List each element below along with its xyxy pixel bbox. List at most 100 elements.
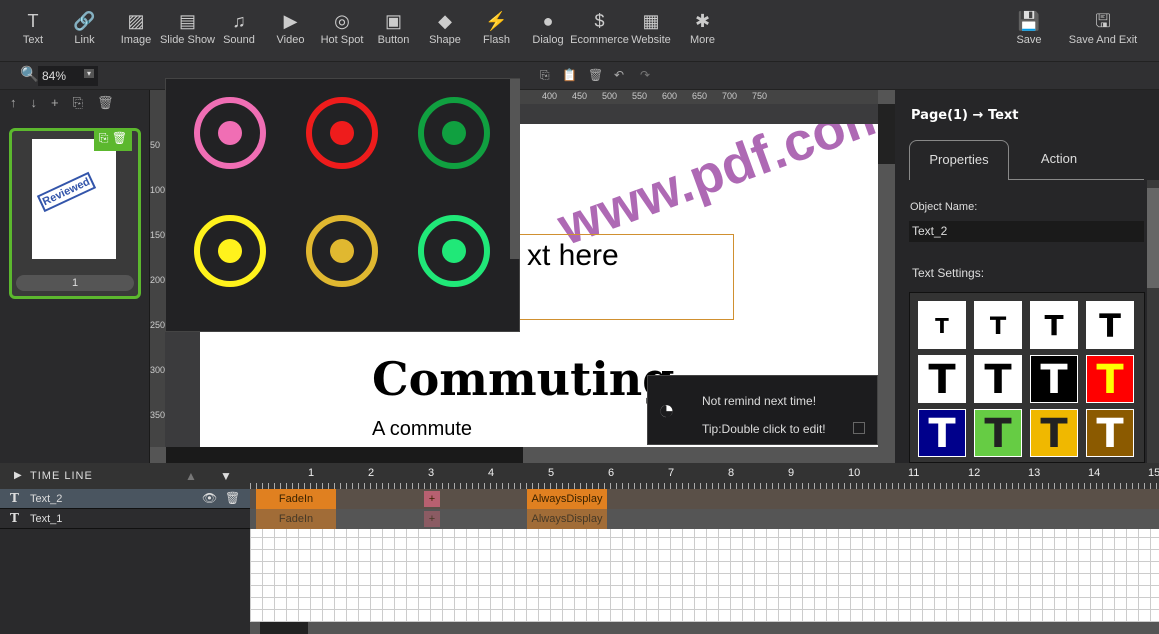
hotspot-style-option[interactable]: [306, 215, 378, 287]
text-layer-icon: T: [10, 511, 19, 525]
tip-line1: Not remind next time!: [702, 394, 817, 408]
tab-properties[interactable]: Properties: [909, 140, 1009, 180]
thumb-copy-delete[interactable]: ⎘ 🗑: [94, 131, 132, 151]
save-exit-icon: 🖫: [1095, 11, 1111, 31]
hotspot-style-option[interactable]: [194, 97, 266, 169]
text-style-option[interactable]: T: [974, 409, 1022, 457]
collapse-icon[interactable]: ▶: [14, 470, 22, 481]
tool-label: Slide Show: [159, 34, 216, 46]
move-up-icon[interactable]: ▲: [185, 469, 197, 483]
ruler-tick: 500: [602, 91, 618, 101]
ruler-tick: 550: [632, 91, 648, 101]
text-style-option[interactable]: T: [918, 355, 966, 403]
picker-scrollbar[interactable]: [510, 79, 520, 259]
layer-track[interactable]: [250, 509, 1159, 529]
object-name-input[interactable]: Text_2: [909, 221, 1144, 242]
text-style-option[interactable]: T: [918, 301, 966, 349]
ruler-tick: 450: [572, 91, 588, 101]
timeline-layer[interactable]: T Text_2 👁 🗑: [0, 489, 250, 509]
ruler-tick: 50: [150, 140, 161, 150]
text-layer-icon: T: [10, 491, 19, 505]
text-style-option[interactable]: T: [974, 355, 1022, 403]
stamp: Reviewed: [36, 171, 96, 213]
tool-more[interactable]: ✱ More: [673, 8, 733, 46]
text-style-grid: TTTTTTTTTTTT: [909, 292, 1145, 463]
tool-label: Shape: [429, 34, 461, 46]
timeline-header: ▶ TIME LINE ▲ ▼: [0, 463, 250, 489]
effect-bar[interactable]: FadeIn: [256, 509, 336, 529]
tab-divider: [1009, 179, 1144, 180]
delete-layer-icon[interactable]: 🗑: [225, 491, 240, 505]
main-toolbar: T Text 🔗 Link ▨ Image ▤ Slide Show ♫ Sound ▶ Video ◎…: [0, 0, 1159, 62]
second-label: 14: [1088, 467, 1101, 479]
properties-panel: Page(1) → Text Properties Action Object …: [895, 90, 1159, 463]
text-style-option[interactable]: T: [1030, 301, 1078, 349]
ruler-tick: 700: [722, 91, 738, 101]
effect-bar[interactable]: AlwaysDisplay: [527, 489, 607, 509]
timeline-ruler: 1 2 3 4 5 6 7 8 9 10 11 12 13 14 15: [250, 463, 1159, 489]
tool-label: Hot Spot: [320, 34, 364, 46]
save-icon: 💾: [1017, 11, 1041, 31]
ruler-tick: 150: [150, 230, 166, 240]
page-thumbnail[interactable]: Reviewed ⎘ 🗑 1: [9, 128, 141, 299]
text-style-option[interactable]: T: [1030, 355, 1078, 403]
not-remind-checkbox[interactable]: [853, 422, 865, 434]
second-label: 6: [608, 467, 615, 479]
ruler-tick: 100: [150, 185, 166, 195]
text-style-option[interactable]: T: [918, 409, 966, 457]
page-actions[interactable]: ↑↓+⎘🗑: [0, 90, 149, 116]
timeline-scrollbar[interactable]: [250, 622, 1159, 634]
more-icon: ✱: [694, 11, 711, 31]
tip-line2: Tip:Double click to edit!: [702, 422, 826, 436]
page-number: 1: [16, 275, 134, 291]
timeline-layer[interactable]: T Text_1: [0, 509, 250, 529]
ruler-tick: 750: [752, 91, 768, 101]
effect-bar[interactable]: AlwaysDisplay: [527, 509, 607, 529]
panel-scrollbar[interactable]: [1147, 180, 1159, 463]
tool-label: More: [689, 34, 716, 46]
copy-icon[interactable]: ⎘: [540, 68, 550, 83]
text-style-option[interactable]: T: [1086, 301, 1134, 349]
horizontal-scrollbar[interactable]: [150, 447, 895, 463]
layer-name: Text_1: [30, 513, 63, 525]
save-button[interactable]: 💾 Save: [999, 8, 1059, 46]
timeline: ▶ TIME LINE ▲ ▼ 1 2 3 4 5 6 7 8 9 10 11 12 13 14 15 TT…: [0, 463, 1159, 634]
hotspot-style-option[interactable]: [306, 97, 378, 169]
visibility-icon[interactable]: 👁: [202, 491, 217, 505]
hotspot-style-option[interactable]: [418, 97, 490, 169]
paste-icon[interactable]: 📋: [562, 68, 577, 82]
delete-icon[interactable]: 🗑: [588, 68, 603, 82]
redo-icon[interactable]: ↷: [640, 68, 650, 82]
add-effect-icon[interactable]: +: [424, 491, 440, 507]
second-label: 13: [1028, 467, 1041, 479]
text-style-option[interactable]: T: [1086, 355, 1134, 403]
ruler-tick: 350: [150, 410, 166, 420]
thumbnail-image: Reviewed: [32, 139, 116, 259]
undo-icon[interactable]: ↶: [614, 68, 624, 82]
text-style-option[interactable]: T: [1030, 409, 1078, 457]
hotspot-style-option[interactable]: [194, 215, 266, 287]
save-label: Save: [1016, 34, 1042, 46]
text-style-option[interactable]: T: [974, 301, 1022, 349]
layer-name: Text_2: [30, 493, 63, 505]
effect-bar[interactable]: FadeIn: [256, 489, 336, 509]
save-exit-button[interactable]: 🖫 Save And Exit: [1063, 8, 1143, 46]
layer-track[interactable]: [250, 489, 1159, 509]
hotspot-style-picker: [165, 78, 520, 332]
second-label: 2: [368, 467, 375, 479]
tool-label: Flash: [483, 34, 510, 46]
selected-text-box[interactable]: xt here: [490, 234, 734, 320]
move-down-icon[interactable]: ▼: [220, 469, 232, 483]
text-style-option[interactable]: T: [1086, 409, 1134, 457]
vertical-scrollbar[interactable]: [878, 90, 895, 447]
ruler-tick: 650: [692, 91, 708, 101]
tool-label: Video: [276, 34, 305, 46]
tool-label: Text: [22, 34, 44, 46]
hotspot-style-option[interactable]: [418, 215, 490, 287]
add-effect-icon[interactable]: +: [424, 511, 440, 527]
tab-action[interactable]: Action: [1009, 140, 1109, 180]
timeline-grid: [250, 529, 1159, 622]
second-label: 3: [428, 467, 435, 479]
tool-label: Sound: [223, 34, 255, 46]
zoom-select[interactable]: 84% ▾: [38, 66, 98, 86]
